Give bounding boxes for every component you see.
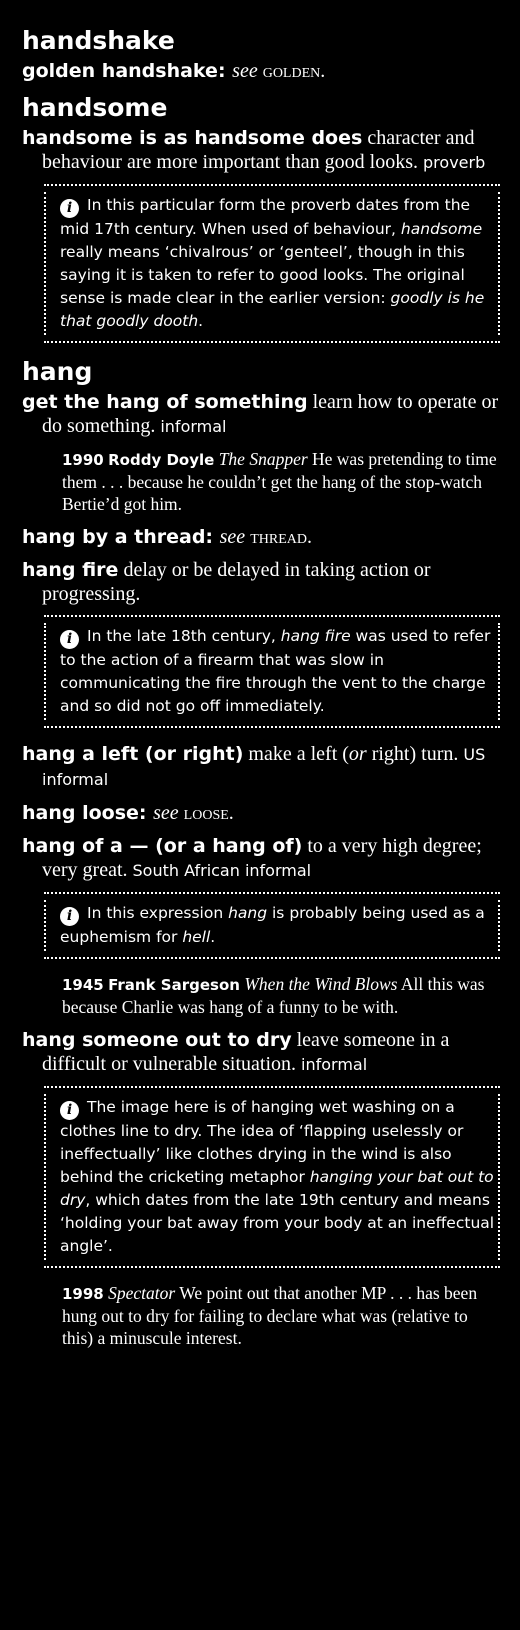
entry-hang-loose: hang loose: see loose. [22,801,500,825]
note-text: , which dates from the late 19th century… [60,1191,495,1255]
cross-reference[interactable]: thread [250,526,307,548]
citation-year: 1998 [62,1285,104,1303]
end-punct: . [320,60,326,82]
dictionary-page: handshake golden handshake: see golden. … [0,0,520,1349]
entry-hang-by-a-thread: hang by a thread: see thread. [22,525,500,549]
citation-title: The Snapper [218,449,308,469]
phrase-open: ( [138,743,154,765]
info-note: i The image here is of hanging wet washin… [44,1086,500,1268]
citation: 1945 Frank Sargeson When the Wind Blows … [62,973,500,1018]
info-icon: i [60,199,79,218]
note-italic: hang [228,904,268,922]
phrase: handsome is as handsome does [22,127,363,149]
entry-hang-out-to-dry: hang someone out to dry leave someone in… [22,1028,500,1077]
end-punct: . [306,526,312,548]
citation-author: Roddy Doyle [108,451,215,469]
entry-hang-a-left: hang a left (or right) make a left (or r… [22,742,500,792]
phrase-open: ( [148,835,164,857]
definition: make a left ( [243,743,349,765]
usage-label: informal [160,417,227,436]
entry-hang-fire: hang fire delay or be delayed in taking … [22,558,500,606]
info-note: i In the late 18th century, hang fire was… [44,615,500,728]
phrase: hang by a thread [22,526,206,548]
phrase: hang loose [22,802,139,824]
citation: 1990 Roddy Doyle The Snapper He was pret… [62,448,500,515]
see-label: see [153,802,179,824]
note-italic: hell [182,928,211,946]
phrase: hang a left [22,743,139,765]
separator: : [138,802,154,824]
citation-author: Frank Sargeson [108,976,240,994]
headword-handshake: handshake [22,26,175,55]
phrase: hang fire [22,559,119,581]
info-note: i In this expression hang is probably bei… [44,892,500,959]
entry-hang-of-a: hang of a — (or a hang of) to a very hig… [22,834,500,883]
headword-hang: hang [22,357,93,386]
phrase-alt: a hang of) [186,835,303,857]
phrase: hang of a — [22,835,149,857]
phrase: hang someone out to dry [22,1029,292,1051]
separator: : [205,526,220,548]
info-icon: i [60,1101,79,1120]
entry-get-the-hang: get the hang of something learn how to o… [22,390,500,439]
see-label: see [232,60,258,82]
usage-label: informal [301,1055,368,1074]
entry-golden-handshake: golden handshake: see golden. [22,59,500,83]
note-text: In this expression [87,904,229,922]
cross-reference[interactable]: loose [184,802,229,824]
note-italic: handsome [400,220,483,238]
phrase-alt: right) [176,743,244,765]
entry-handsome-is: handsome is as handsome does character a… [22,126,500,175]
cross-reference[interactable]: golden [263,60,321,82]
usage-label: South African informal [132,861,312,880]
info-icon: i [60,630,79,649]
note-italic: hang fire [280,627,351,645]
phrase-or: or [153,743,177,765]
definition: right) turn. [366,743,459,765]
note-text: . [210,928,216,946]
separator: : [217,60,233,82]
citation-year: 1990 [62,451,104,469]
phrase-or: or [163,835,187,857]
phrase: golden handshake [22,60,218,82]
citation: 1998 Spectator We point out that another… [62,1282,500,1349]
citation-title: Spectator [108,1283,176,1303]
note-text: . [198,312,204,330]
headword-handsome: handsome [22,93,168,122]
info-icon: i [60,907,79,926]
phrase: get the hang of something [22,391,308,413]
see-label: see [219,526,246,548]
note-text: In the late 18th century, [87,627,281,645]
end-punct: . [228,802,234,824]
citation-year: 1945 [62,976,104,994]
usage-label: proverb [423,153,486,172]
info-note: i In this particular form the proverb dat… [44,184,500,343]
citation-title: When the Wind Blows [244,974,398,994]
definition-or: or [348,743,367,765]
